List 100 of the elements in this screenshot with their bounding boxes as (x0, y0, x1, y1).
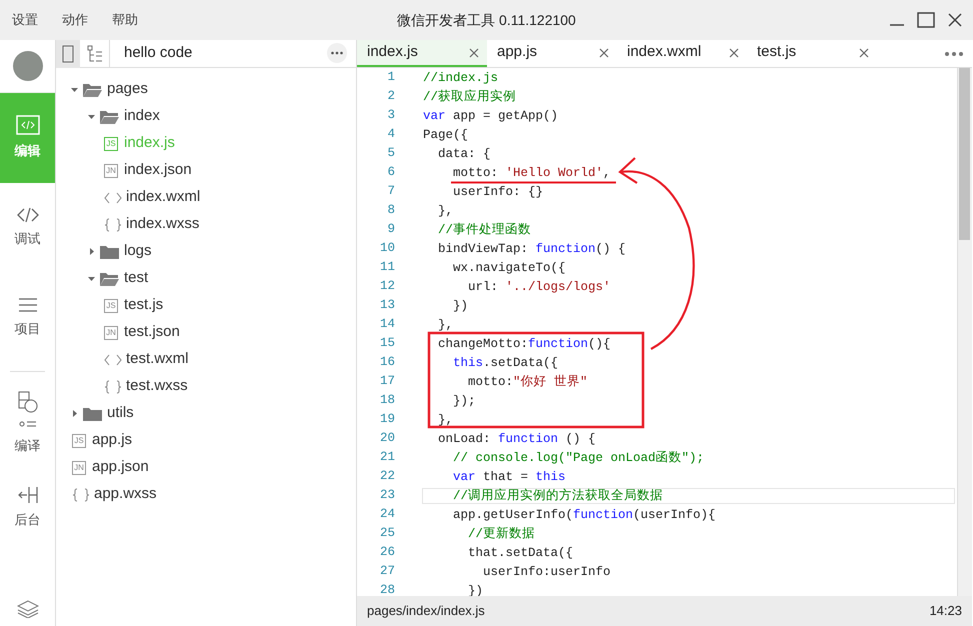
code-line: }, (437, 412, 454, 428)
close-icon[interactable] (859, 48, 869, 58)
menu-item[interactable]: 动作 (50, 0, 100, 40)
tree-item[interactable]: test.wxss (56, 373, 356, 400)
project-name: hello code (123, 43, 194, 64)
nav-item[interactable]: 编译 (0, 380, 55, 465)
code-line: }) (452, 298, 470, 314)
code-line: //获取应用实例 (422, 88, 518, 104)
tree-item[interactable]: test.wxml (56, 346, 356, 373)
close-icon[interactable] (469, 48, 479, 58)
line-number: 21 (378, 449, 395, 466)
back-arrow-icon (18, 486, 38, 504)
line-number: 6 (386, 164, 395, 182)
editor-tab[interactable]: index.js (357, 40, 487, 67)
code-line: that.setData({ (467, 544, 574, 560)
line-number: 1 (386, 69, 395, 86)
window-title: 微信开发者工具 0.11.122100 (397, 11, 576, 30)
more-icon[interactable] (944, 50, 964, 56)
file-path: pages/index/index.js (367, 602, 485, 620)
close-icon[interactable] (947, 12, 963, 28)
line-number: 27 (378, 563, 395, 580)
scrollbar[interactable] (957, 68, 972, 596)
folder-icon (99, 270, 120, 286)
code-line: this.setData({ (452, 354, 560, 370)
line-number: 24 (378, 506, 395, 524)
tree-item[interactable]: JS app.js (56, 427, 356, 454)
code-line: motto:"你好 世界" (467, 374, 589, 390)
code-line: var app = getApp() (422, 108, 560, 124)
braces-icon (104, 218, 122, 232)
code-icon (16, 115, 40, 136)
code-line: }) (467, 582, 484, 596)
nav-item[interactable]: 项目 (0, 273, 55, 363)
code-line: }, (437, 316, 454, 332)
line-number: 23 (378, 487, 395, 504)
code-line: //更新数据 (467, 526, 536, 542)
folder-icon (99, 244, 120, 260)
folder-icon (99, 108, 120, 124)
code-line: changeMotto:function(){ (437, 336, 612, 352)
line-number: 5 (386, 145, 395, 162)
line-number: 15 (378, 335, 395, 352)
cursor-time: 14:23 (929, 602, 962, 620)
maximize-icon[interactable] (917, 12, 935, 28)
tree-item[interactable]: logs (56, 238, 356, 265)
nav-item[interactable]: 调试 (0, 183, 55, 273)
code-line: }, (437, 202, 454, 218)
code-line: bindViewTap: function() { (437, 240, 627, 256)
line-number: 11 (378, 259, 395, 276)
tree-item[interactable]: index.wxss (56, 211, 356, 238)
line-number: 7 (386, 183, 395, 200)
file-icon: JS (72, 434, 86, 448)
file-icon: JN (72, 460, 86, 474)
file-icon: JS (104, 298, 118, 312)
tree-item[interactable]: test (56, 265, 356, 292)
code-line: userInfo: {} (452, 184, 544, 200)
angle-brackets-icon (104, 354, 122, 366)
layers-icon[interactable] (16, 600, 38, 618)
line-number: 4 (386, 126, 395, 144)
menu-icon (18, 297, 38, 314)
phone-icon[interactable] (62, 44, 74, 62)
more-icon[interactable] (326, 42, 348, 64)
line-number: 3 (386, 107, 395, 124)
tree-item[interactable]: JN test.json (56, 319, 356, 346)
folder-icon (82, 82, 103, 98)
avatar[interactable] (12, 51, 42, 81)
braces-icon (72, 488, 90, 502)
nav-item[interactable]: 后台 (0, 465, 55, 550)
code-line: // console.log("Page onLoad函数"); (452, 450, 706, 466)
close-icon[interactable] (599, 48, 609, 58)
braces-icon (104, 380, 122, 394)
line-number: 25 (378, 525, 395, 542)
tree-icon[interactable] (86, 44, 102, 62)
tree-item[interactable]: pages (56, 76, 356, 103)
tree-item[interactable]: index (56, 103, 356, 130)
scrollbar-thumb[interactable] (959, 68, 970, 240)
tree-item[interactable]: utils (56, 400, 356, 427)
line-number: 22 (378, 468, 395, 486)
folder-icon (82, 406, 103, 422)
line-number: 18 (378, 392, 395, 410)
line-number: 13 (378, 297, 395, 314)
tree-item[interactable]: JN app.json (56, 454, 356, 481)
file-icon: JN (104, 164, 118, 178)
menu-item[interactable]: 设置 (0, 0, 50, 40)
tree-item[interactable]: app.wxss (56, 481, 356, 508)
tree-item[interactable]: JS test.js (56, 292, 356, 319)
code-line: //事件处理函数 (437, 222, 532, 238)
line-number: 12 (378, 278, 395, 296)
menu-item[interactable]: 帮助 (100, 0, 150, 40)
code-line: Page({ (422, 126, 470, 142)
code-line: wx.navigateTo({ (452, 260, 567, 276)
code-line: data: { (437, 146, 492, 162)
tree-item[interactable]: JN index.json (56, 157, 356, 184)
close-icon[interactable] (729, 48, 739, 58)
line-number: 26 (378, 544, 395, 562)
tree-item[interactable]: index.wxml (56, 184, 356, 211)
line-number: 9 (386, 221, 395, 238)
line-number: 17 (378, 373, 395, 390)
line-number: 2 (386, 88, 395, 106)
code-line: onLoad: function () { (437, 430, 597, 446)
code-line: motto: 'Hello World', (452, 164, 612, 180)
line-number: 28 (378, 582, 395, 596)
